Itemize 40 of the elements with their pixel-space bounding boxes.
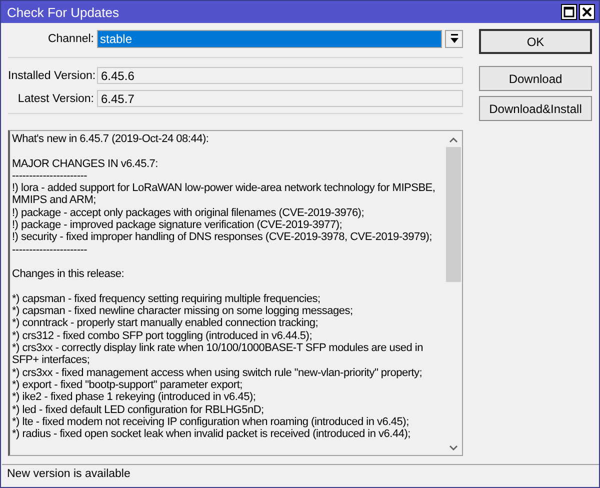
field-label: Channel: [46,32,94,44]
maximize-icon[interactable] [561,4,577,20]
changelog-line: *) crs312 - fixed combo SFP port toggling (introduced in v6.44.5); [12,330,314,342]
channel-dropdown[interactable]: stable [97,30,442,48]
changelog-line: !) package - accept only packages with original filenames (CVE-2019-3976); [12,206,366,220]
window-title: Check For Updates [7,4,119,20]
down-arrow-icon [450,34,458,43]
field-label: Installed Version: [8,70,94,82]
changelog-line: SFP+ interfaces; [12,354,91,367]
changelog-line: *) capsman - fixed frequency setting requiring multiple frequencies; [12,292,322,306]
changelog-line: !) lora - added support for LoRaWAN low-power wide-area network technology for MIPSBE, [12,182,436,194]
changelog-line: *) crs3xx - fixed management access when using switch rule "new-vlan-priority" property; [12,366,424,379]
changelog-line: *) lte - fixed modem not receiving IP configuration when roaming (introduced in v6.45); [12,416,410,428]
changelog-line: ---------------------- [12,244,88,256]
scrollbar-thumb[interactable] [446,147,461,282]
changelog-line: *) conntrack - properly start manually enabled connection tracking; [12,317,320,330]
changelog-line: *) crs3xx - correctly display link rate when 10/100/1000BASE-T SFP modules are used in [12,342,424,354]
changelog-line: *) radius - fixed open socket leak when invalid packet is received (introduced in v6.44); [12,428,412,440]
field-label: Latest Version: [16,92,94,104]
dialog-button[interactable]: Download&Install [479,96,592,121]
changelog-line: ---------------------- [12,170,88,182]
changelog-line: !) package - improved package signature verification (CVE-2019-3977); [12,219,344,232]
changelog-line: MAJOR CHANGES IN v6.45.7: [12,158,159,170]
status-bar: New version is available [2,464,599,484]
changelog-line: MMIPS and ARM; [12,194,97,207]
version-field: 6.45.6 [97,67,463,84]
changelog-line: Changes in this release: [12,268,126,281]
dialog-button[interactable]: OK [479,29,592,54]
changelog-line: What's new in 6.45.7 (2019-Oct-24 08:44): [12,133,210,146]
changelog-line: *) export - fixed "bootp-support" parameter export; [12,378,244,392]
scroll-down-icon[interactable] [449,445,458,451]
changelog-line: !) security - fixed improper handling of DNS responses (CVE-2019-3978, CVE-2019-3979); [12,231,433,244]
changelog-line: *) ike2 - fixed phase 1 rekeying (introduced in v6.45); [12,391,257,404]
version-field: 6.45.7 [97,90,463,107]
dropdown-button[interactable] [445,30,463,48]
close-icon[interactable] [579,4,595,20]
dialog-button[interactable]: Download [479,66,592,91]
changelog-line: *) capsman - fixed newline character missing on some logging messages; [12,305,354,318]
changelog-line: *) led - fixed default LED configuration for RBLHG5nD; [12,404,265,416]
scroll-up-icon[interactable] [449,137,458,143]
